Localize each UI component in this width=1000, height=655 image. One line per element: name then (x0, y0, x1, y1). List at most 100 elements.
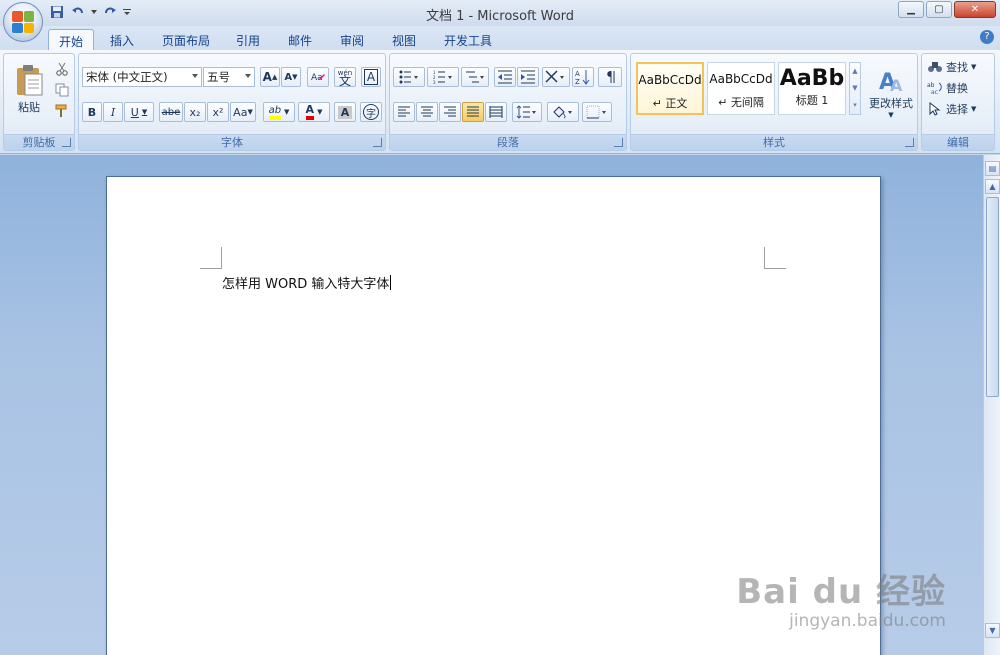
replace-button[interactable]: ab ac 替换 (926, 78, 992, 98)
paste-icon (17, 65, 43, 96)
phonetic-guide-button[interactable]: wén 文 (334, 67, 356, 87)
find-button[interactable]: 查找 ▼ (926, 57, 992, 77)
minimize-button[interactable]: ▁ (898, 1, 924, 18)
highlight-icon: ab (268, 105, 282, 120)
change-styles-button[interactable]: AA 更改样式 ▼ (865, 58, 917, 126)
multilevel-list-icon (466, 71, 484, 83)
font-group-label: 字体 (79, 134, 385, 150)
styles-scroll-up-icon[interactable]: ▲ (850, 63, 860, 80)
styles-scroll-down-icon[interactable]: ▼ (850, 80, 860, 97)
tab-review[interactable]: 审阅 (330, 29, 374, 50)
italic-button[interactable]: I (103, 102, 123, 122)
character-shading-button[interactable]: A (334, 102, 356, 122)
title-bar: 文档 1 - Microsoft Word ▁ ▢ ✕ (0, 0, 1000, 26)
font-size-value: 五号 (207, 70, 230, 84)
styles-more-icon[interactable]: ▾ (850, 97, 860, 114)
increase-indent-icon[interactable] (517, 67, 539, 87)
style-no-spacing[interactable]: AaBbCcDd ↵ 无间隔 (707, 62, 775, 115)
font-name-combo[interactable]: 宋体 (中文正文) (82, 67, 202, 87)
binoculars-icon (928, 62, 942, 72)
crop-mark-top-right (764, 247, 786, 269)
multilevel-list-button[interactable] (461, 67, 489, 87)
justify-icon[interactable] (462, 102, 484, 122)
close-button[interactable]: ✕ (954, 1, 996, 18)
borders-icon[interactable] (582, 102, 612, 122)
character-border-button[interactable]: A (361, 67, 381, 87)
format-painter-icon[interactable] (52, 101, 72, 121)
office-logo-icon (12, 11, 34, 33)
tab-view[interactable]: 视图 (382, 29, 426, 50)
cut-icon[interactable] (52, 59, 72, 79)
tab-developer[interactable]: 开发工具 (434, 29, 502, 50)
tab-references[interactable]: 引用 (226, 29, 270, 50)
maximize-button[interactable]: ▢ (926, 1, 952, 18)
clear-format-icon: Aa (311, 73, 325, 83)
scroll-up-icon[interactable]: ▲ (985, 179, 1000, 194)
bold-button[interactable]: B (82, 102, 102, 122)
align-left-icon[interactable] (393, 102, 415, 122)
style-heading-1-name: 标题 1 (795, 94, 829, 107)
shading-icon[interactable] (547, 102, 579, 122)
help-icon[interactable]: ? (980, 30, 994, 44)
styles-group: AaBbCcDd ↵ 正文 AaBbCcDd ↵ 无间隔 AaBb 标题 1 ▲… (630, 53, 918, 151)
editing-group-label: 编辑 (922, 134, 994, 150)
font-color-button[interactable]: A ▼ (298, 102, 330, 122)
tab-insert[interactable]: 插入 (100, 29, 144, 50)
change-case-icon: Aa (233, 105, 248, 119)
decrease-indent-icon[interactable] (494, 67, 516, 87)
scroll-down-icon[interactable]: ▼ (985, 623, 1000, 638)
highlight-button[interactable]: ab ▼ (263, 102, 295, 122)
asian-layout-icon[interactable] (542, 67, 570, 87)
vertical-scrollbar[interactable]: ▤ ▲ ▼ (983, 155, 1000, 655)
sort-icon[interactable]: AZ (572, 67, 594, 87)
ribbon-tabs: 开始 插入 页面布局 引用 邮件 审阅 视图 开发工具 (0, 26, 1000, 50)
strikethrough-button[interactable]: abe (159, 102, 183, 122)
document-body-text[interactable]: 怎样用 WORD 输入特大字体 (222, 273, 392, 292)
clipboard-dialog-launcher[interactable] (62, 138, 71, 147)
select-button[interactable]: 选择 ▼ (926, 99, 992, 119)
shrink-font-button[interactable]: A ▼ (281, 67, 301, 87)
clear-formatting-button[interactable]: Aa (307, 67, 329, 87)
align-right-icon[interactable] (439, 102, 461, 122)
paste-button[interactable]: 粘贴 (8, 58, 50, 120)
align-center-icon[interactable] (416, 102, 438, 122)
select-label: 选择 (946, 103, 968, 116)
office-button[interactable] (3, 2, 43, 42)
tab-mailings[interactable]: 邮件 (278, 29, 322, 50)
numbering-button[interactable]: 123 (427, 67, 459, 87)
grow-font-icon: A (262, 70, 272, 84)
clipboard-group: 粘贴 剪贴板 (3, 53, 75, 151)
tab-page-layout[interactable]: 页面布局 (152, 29, 220, 50)
subscript-button[interactable]: x₂ (184, 102, 206, 122)
font-dialog-launcher[interactable] (373, 138, 382, 147)
enclose-characters-button[interactable]: 字 (360, 102, 382, 122)
enclose-characters-icon: 字 (363, 104, 379, 120)
scrollbar-thumb[interactable] (986, 197, 999, 397)
style-normal[interactable]: AaBbCcDd ↵ 正文 (636, 62, 704, 115)
chevron-down-icon (245, 74, 251, 81)
tab-home[interactable]: 开始 (48, 29, 95, 50)
ruler-toggle-icon[interactable]: ▤ (985, 161, 1000, 176)
show-formatting-marks-icon[interactable] (598, 67, 622, 87)
change-styles-icon: AA (879, 70, 903, 95)
superscript-button[interactable]: x² (207, 102, 229, 122)
style-heading-1-sample: AaBb (779, 66, 845, 91)
underline-icon: U (130, 105, 139, 119)
grow-font-button[interactable]: A ▲ (260, 67, 280, 87)
svg-text:A: A (575, 70, 580, 78)
styles-dialog-launcher[interactable] (905, 138, 914, 147)
bullets-icon (399, 70, 418, 84)
ribbon: 粘贴 剪贴板 宋体 (中文正文) 五号 A ▲ A ▼ Aa wén 文 A B… (0, 50, 1000, 154)
watermark-sub-text: jingyan.baidu.com (789, 611, 946, 631)
style-heading-1[interactable]: AaBb 标题 1 (778, 62, 846, 115)
change-styles-label: 更改样式 (869, 97, 913, 110)
bullets-button[interactable] (393, 67, 425, 87)
replace-label: 替换 (946, 82, 968, 95)
font-size-combo[interactable]: 五号 (203, 67, 255, 87)
underline-button[interactable]: U ▼ (124, 102, 154, 122)
line-spacing-icon[interactable] (512, 102, 542, 122)
change-case-button[interactable]: Aa ▼ (230, 102, 256, 122)
distributed-icon[interactable] (485, 102, 507, 122)
paragraph-dialog-launcher[interactable] (614, 138, 623, 147)
copy-icon[interactable] (52, 80, 72, 100)
